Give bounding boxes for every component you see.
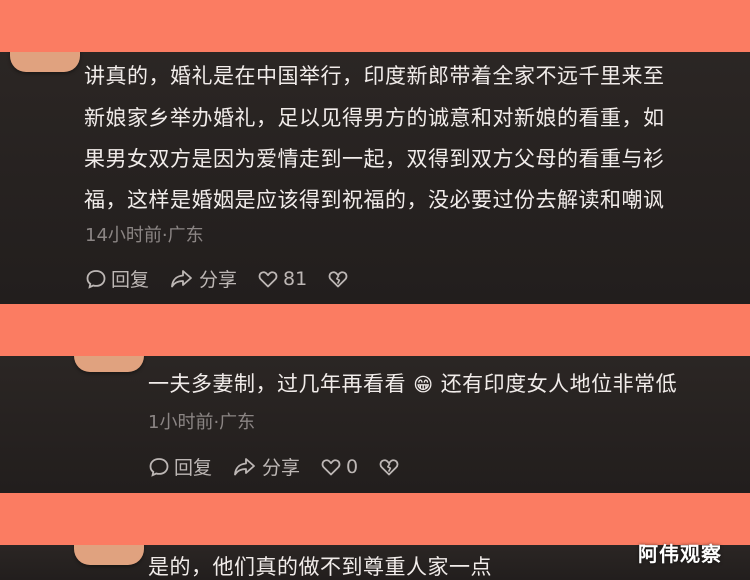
dislike-button[interactable]	[327, 268, 349, 290]
comment-text-line: 讲真的，婚礼是在中国举行，印度新郎带着全家不远千里来至	[84, 64, 665, 88]
share-button[interactable]: 分享	[169, 265, 237, 292]
reply-button[interactable]: 回复	[148, 453, 212, 480]
share-icon	[234, 457, 255, 475]
watermark: 阿伟观察	[638, 542, 722, 566]
broken-heart-icon	[328, 270, 348, 287]
heart-icon	[258, 270, 278, 287]
avatar[interactable]	[74, 545, 144, 565]
reply-label: 回复	[111, 269, 150, 291]
reply-button[interactable]: 回复	[85, 265, 149, 292]
like-button[interactable]: 81	[257, 268, 307, 290]
comment-timestamp-location: 1小时前·广东	[148, 412, 256, 433]
avatar[interactable]	[10, 52, 80, 72]
comment-actions: 回复 分享 81	[85, 265, 349, 292]
avatar[interactable]	[74, 356, 144, 372]
dislike-button[interactable]	[378, 456, 400, 478]
comment-timestamp-location: 14小时前·广东	[85, 225, 204, 246]
comment-text-line: 福，这样是婚姻是应该得到祝福的，没必要过份去解读和嘲讽	[84, 188, 665, 212]
share-label: 分享	[199, 269, 238, 291]
reply-label: 回复	[174, 457, 213, 479]
reply-text-part: 还有印度女人地位非常低	[440, 372, 678, 396]
like-button[interactable]: 0	[320, 456, 358, 478]
reply-text: 一夫多妻制，过几年再看看 😁 还有印度女人地位非常低	[148, 366, 677, 403]
share-label: 分享	[262, 457, 301, 479]
comment-icon	[86, 269, 106, 289]
like-count: 0	[346, 455, 359, 478]
comment-card: 一夫多妻制，过几年再看看 😁 还有印度女人地位非常低 1小时前·广东 回复 分享…	[0, 356, 750, 493]
comment-card: 讲真的，婚礼是在中国举行，印度新郎带着全家不远千里来至 新娘家乡举办婚礼，足以见…	[0, 52, 750, 304]
comment-icon	[149, 457, 169, 477]
like-count: 81	[283, 267, 308, 290]
comment-actions: 回复 分享 0	[148, 453, 400, 480]
heart-icon	[321, 458, 341, 475]
share-button[interactable]: 分享	[232, 453, 300, 480]
broken-heart-icon	[379, 458, 399, 475]
reply-text-part: 一夫多妻制，过几年再看看	[148, 372, 406, 396]
grin-emoji: 😁	[413, 374, 434, 396]
comment-text-line: 果男女双方是因为爱情走到一起，双得到双方父母的看重与衫	[84, 147, 665, 171]
share-icon	[171, 269, 192, 287]
comment-text-line: 新娘家乡举办婚礼，足以见得男方的诚意和对新娘的看重，如	[84, 106, 665, 130]
reply-text: 是的，他们真的做不到尊重人家一点	[148, 555, 492, 579]
